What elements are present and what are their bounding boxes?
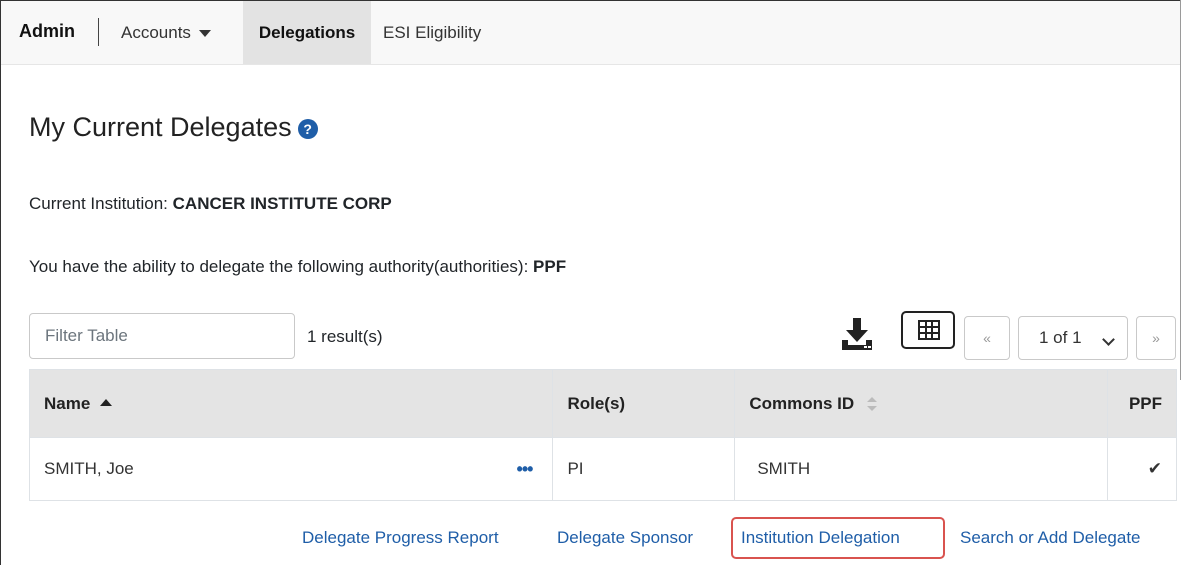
cell-ppf-checkmark-icon: ✔	[1107, 437, 1177, 501]
row-actions-menu-icon[interactable]: •••	[517, 459, 534, 480]
nav-accounts-dropdown[interactable]: Accounts	[109, 1, 223, 64]
nav-esi-eligibility-tab[interactable]: ESI Eligibility	[371, 1, 493, 64]
pagination-prev-button[interactable]: «	[964, 316, 1010, 360]
top-navbar: Admin Accounts Delegations ESI Eligibili…	[1, 1, 1180, 65]
delegate-sponsor-link[interactable]: Delegate Sponsor	[557, 528, 693, 548]
table-header-row: Name Role(s) Commons ID PPF	[28, 369, 1177, 438]
page-title-text: My Current Delegates	[29, 112, 292, 142]
header-commons-id[interactable]: Commons ID	[734, 369, 1108, 438]
nav-delegations-tab[interactable]: Delegations	[243, 1, 371, 64]
nav-brand-admin[interactable]: Admin	[19, 21, 75, 42]
pagination-next-button[interactable]: »	[1136, 316, 1176, 360]
download-icon[interactable]	[840, 316, 874, 352]
header-name-label: Name	[44, 393, 91, 413]
caret-down-icon	[198, 30, 211, 38]
sort-ascending-icon	[100, 398, 113, 406]
chevron-down-icon	[1102, 333, 1115, 346]
sort-both-icon	[866, 397, 877, 412]
table-row: SMITH, Joe ••• PI SMITH ✔	[28, 437, 1177, 501]
page-select-value: 1 of 1	[1039, 328, 1082, 347]
authority-value: PPF	[533, 257, 567, 276]
frame-left-border	[0, 0, 1, 565]
institution-delegation-link[interactable]: Institution Delegation	[741, 528, 900, 548]
delegate-name: SMITH, Joe	[44, 458, 134, 478]
search-or-add-delegate-link[interactable]: Search or Add Delegate	[960, 528, 1141, 548]
institution-value: CANCER INSTITUTE CORP	[172, 194, 392, 213]
table-grid-icon	[918, 320, 940, 340]
authority-label: You have the ability to delegate the fol…	[29, 257, 529, 276]
header-ppf: PPF	[1107, 369, 1177, 438]
nav-accounts-label: Accounts	[121, 23, 191, 42]
cell-commons-id: SMITH	[734, 437, 1108, 501]
delegates-table: Name Role(s) Commons ID PPF SMITH, Joe •…	[28, 369, 1177, 501]
cell-role: PI	[552, 437, 736, 501]
question-circle-icon[interactable]: ?	[297, 119, 318, 139]
nav-divider	[98, 18, 99, 46]
page-title: My Current Delegates?	[29, 112, 318, 143]
filter-table-input[interactable]	[29, 313, 295, 359]
header-commons-id-label: Commons ID	[749, 393, 855, 413]
results-count: 1 result(s)	[307, 327, 383, 346]
cell-name: SMITH, Joe •••	[28, 437, 554, 501]
institution-label: Current Institution:	[29, 194, 168, 213]
delegate-progress-report-link[interactable]: Delegate Progress Report	[302, 528, 499, 548]
header-roles: Role(s)	[552, 369, 736, 438]
delegation-authority: You have the ability to delegate the fol…	[29, 257, 566, 277]
header-name[interactable]: Name	[28, 369, 554, 438]
table-grid-toggle-button[interactable]	[901, 311, 955, 349]
pagination-page-select[interactable]: 1 of 1	[1018, 316, 1128, 360]
current-institution: Current Institution: CANCER INSTITUTE CO…	[29, 194, 392, 214]
